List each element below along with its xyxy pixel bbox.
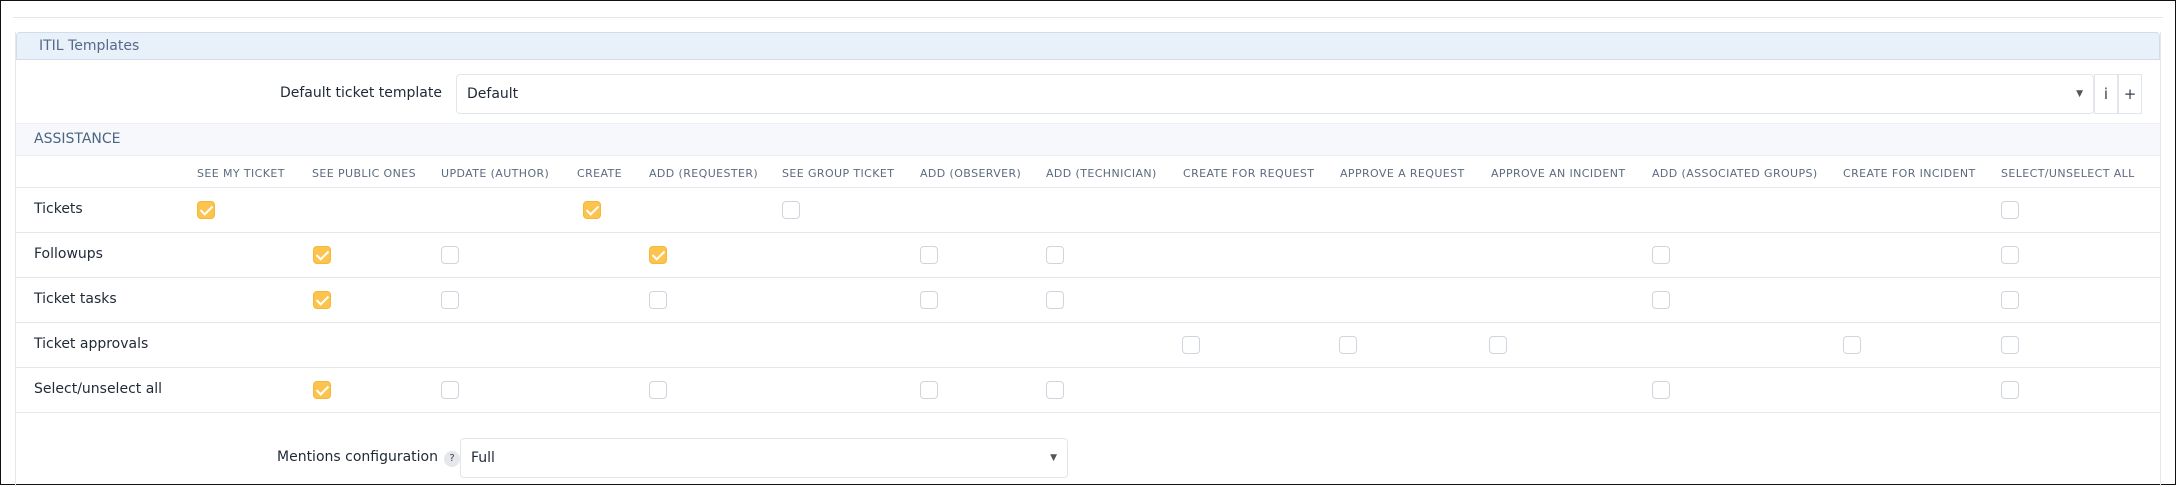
info-icon[interactable]: i: [2094, 74, 2118, 114]
checkbox-ticket-tasks-add-technician[interactable]: [1046, 291, 1064, 309]
table-row: Tickets: [16, 188, 2160, 233]
default-template-select[interactable]: Default ▼: [456, 74, 2094, 114]
default-template-label: Default ticket template: [279, 85, 442, 101]
checkbox-ticket-approvals-select-unselect-all[interactable]: [2001, 336, 2019, 354]
mentions-select[interactable]: Full ▼: [460, 438, 1068, 478]
assistance-header: ASSISTANCE: [16, 123, 2160, 156]
checkbox-followups-add-technician[interactable]: [1046, 246, 1064, 264]
col-header-create-for-incident: CREATE FOR INCIDENT: [1843, 167, 1976, 180]
table-row: Select/unselect all: [16, 368, 2160, 413]
checkbox-tickets-create[interactable]: [583, 201, 601, 219]
row-label-ticket-approvals: Ticket approvals: [34, 336, 149, 352]
col-header-create-for-request: CREATE FOR REQUEST: [1183, 167, 1315, 180]
checkbox-ticket-tasks-update-author[interactable]: [441, 291, 459, 309]
plus-icon[interactable]: +: [2118, 74, 2142, 114]
col-header-see-public-ones: SEE PUBLIC ONES: [312, 167, 416, 180]
checkbox-ticket-tasks-see-public-ones[interactable]: [313, 291, 331, 309]
checkbox-followups-see-public-ones[interactable]: [313, 246, 331, 264]
section-header: ITIL Templates: [16, 32, 2160, 60]
checkbox-select-unselect-all-update-author[interactable]: [441, 381, 459, 399]
row-label-followups: Followups: [34, 246, 103, 262]
question-icon[interactable]: ?: [444, 451, 460, 467]
checkbox-ticket-approvals-create-for-request[interactable]: [1182, 336, 1200, 354]
col-header-add-associated-groups: ADD (ASSOCIATED GROUPS): [1652, 167, 1818, 180]
checkbox-select-unselect-all-add-associated-groups[interactable]: [1652, 381, 1670, 399]
col-header-see-group-ticket: SEE GROUP TICKET: [782, 167, 895, 180]
table-row: Ticket approvals: [16, 323, 2160, 368]
chevron-down-icon: ▼: [1050, 453, 1057, 463]
checkbox-ticket-approvals-approve-an-incident[interactable]: [1489, 336, 1507, 354]
col-header-approve-a-request: APPROVE A REQUEST: [1340, 167, 1465, 180]
assistance-table-header: SEE MY TICKET SEE PUBLIC ONES UPDATE (AUTH…: [16, 156, 2160, 188]
col-header-add-observer: ADD (OBSERVER): [920, 167, 1022, 180]
checkbox-tickets-see-my-ticket[interactable]: [197, 201, 215, 219]
checkbox-followups-add-requester[interactable]: [649, 246, 667, 264]
top-divider: [13, 13, 2163, 18]
checkbox-select-unselect-all-add-requester[interactable]: [649, 381, 667, 399]
col-header-see-my-ticket: SEE MY TICKET: [197, 167, 285, 180]
checkbox-followups-add-associated-groups[interactable]: [1652, 246, 1670, 264]
checkbox-select-unselect-all-see-public-ones[interactable]: [313, 381, 331, 399]
window-frame: ITIL Templates Default ticket template D…: [0, 0, 2176, 486]
checkbox-select-unselect-all-add-technician[interactable]: [1046, 381, 1064, 399]
col-header-add-requester: ADD (REQUESTER): [649, 167, 759, 180]
checkbox-ticket-tasks-add-requester[interactable]: [649, 291, 667, 309]
checkbox-tickets-select-unselect-all[interactable]: [2001, 201, 2019, 219]
row-label-ticket-tasks: Ticket tasks: [34, 291, 117, 307]
checkbox-ticket-tasks-add-associated-groups[interactable]: [1652, 291, 1670, 309]
col-header-update-author: UPDATE (AUTHOR): [441, 167, 550, 180]
row-label-select-unselect-all: Select/unselect all: [34, 381, 163, 397]
checkbox-tickets-see-group-ticket[interactable]: [782, 201, 800, 219]
col-header-select-unselect-all: SELECT/UNSELECT ALL: [2001, 167, 2135, 180]
default-template-value: Default: [467, 86, 519, 102]
col-header-create: CREATE: [577, 167, 623, 180]
checkbox-ticket-approvals-approve-a-request[interactable]: [1339, 336, 1357, 354]
checkbox-select-unselect-all-add-observer[interactable]: [920, 381, 938, 399]
row-label-tickets: Tickets: [34, 201, 83, 217]
itil-templates-card: ITIL Templates Default ticket template D…: [15, 32, 2161, 486]
table-row: Followups: [16, 233, 2160, 278]
col-header-add-technician: ADD (TECHNICIAN): [1046, 167, 1157, 180]
checkbox-followups-select-unselect-all[interactable]: [2001, 246, 2019, 264]
mentions-label: Mentions configuration: [277, 449, 438, 465]
checkbox-select-unselect-all-select-unselect-all[interactable]: [2001, 381, 2019, 399]
chevron-down-icon: ▼: [2076, 89, 2083, 99]
checkbox-followups-update-author[interactable]: [441, 246, 459, 264]
mentions-value: Full: [471, 450, 495, 466]
checkbox-ticket-tasks-add-observer[interactable]: [920, 291, 938, 309]
col-header-approve-an-incident: APPROVE AN INCIDENT: [1491, 167, 1626, 180]
checkbox-ticket-approvals-create-for-incident[interactable]: [1843, 336, 1861, 354]
table-row: Ticket tasks: [16, 278, 2160, 323]
checkbox-ticket-tasks-select-unselect-all[interactable]: [2001, 291, 2019, 309]
checkbox-followups-add-observer[interactable]: [920, 246, 938, 264]
